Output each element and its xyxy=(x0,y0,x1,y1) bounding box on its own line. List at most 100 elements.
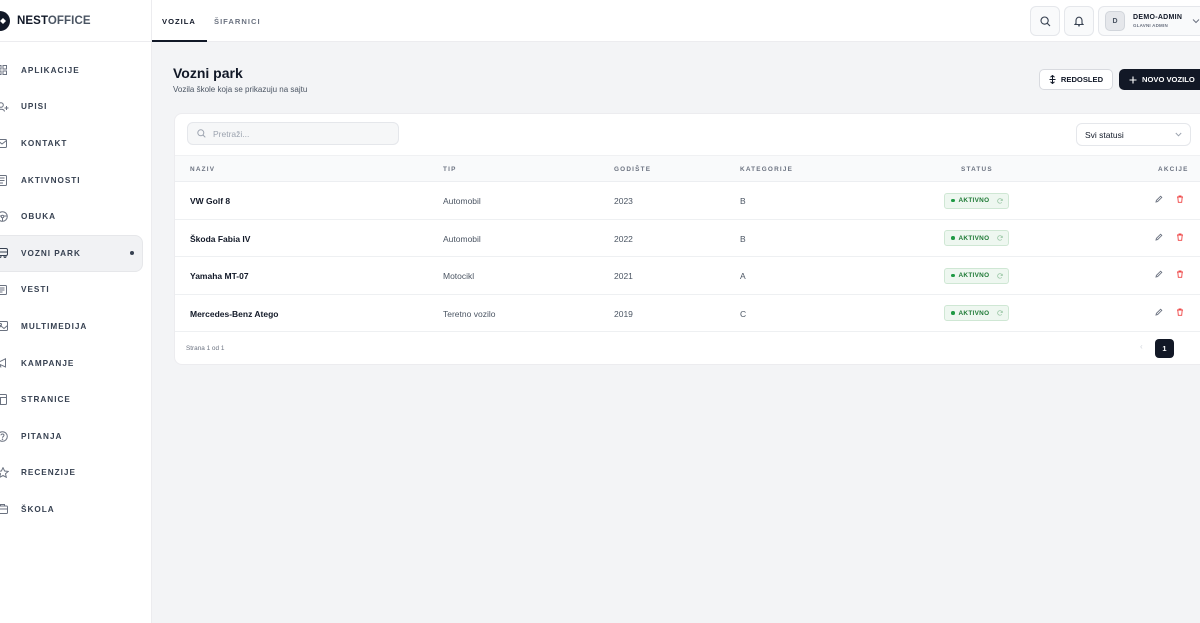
mail-icon xyxy=(0,135,9,151)
search-button[interactable] xyxy=(1030,6,1060,36)
refresh-icon xyxy=(997,197,1004,204)
edit-icon[interactable] xyxy=(1155,195,1163,203)
tab-sifarnici[interactable]: ŠIFARNICI xyxy=(214,0,261,42)
vehicle-category: B xyxy=(740,233,746,244)
user-plus-icon xyxy=(0,99,9,115)
tab-vozila[interactable]: VOZILA xyxy=(152,0,207,42)
list-icon xyxy=(0,172,9,188)
status-filter-select[interactable]: Svi statusi xyxy=(1076,123,1191,146)
sidebar-item-obuka[interactable]: OBUKA xyxy=(0,198,143,235)
sidebar-item-recenzije[interactable]: RECENZIJE xyxy=(0,455,143,492)
page-icon xyxy=(0,392,9,408)
table-row[interactable]: Mercedes-Benz Atego Teretno vozilo 2019 … xyxy=(175,295,1200,332)
search-input[interactable] xyxy=(213,128,393,139)
trash-icon[interactable] xyxy=(1176,270,1184,278)
table-header: NAZIV TIP GODIŠTE KATEGORIJE STATUS AKCI… xyxy=(175,155,1200,182)
brand-name: NESTOFFICE xyxy=(17,14,91,27)
user-menu[interactable]: D DEMO-ADMIN GLAVNI ADMIN xyxy=(1098,6,1200,36)
question-icon xyxy=(0,428,9,444)
sidebar-item-label: UPISI xyxy=(21,102,48,112)
edit-icon[interactable] xyxy=(1155,308,1163,316)
topbar: VOZILA ŠIFARNICI D DEMO-ADMIN GLAVNI ADM… xyxy=(152,0,1200,42)
table-row[interactable]: Škoda Fabia IV Automobil 2022 B AKTIVNO xyxy=(175,220,1200,257)
status-badge[interactable]: AKTIVNO xyxy=(944,230,1009,246)
reorder-button[interactable]: REDOSLED xyxy=(1039,69,1113,90)
vehicle-name: VW Golf 8 xyxy=(190,196,231,206)
sidebar-item-label: VESTI xyxy=(21,285,50,295)
sidebar-item-label: VOZNI PARK xyxy=(21,248,81,258)
user-name: DEMO-ADMIN xyxy=(1133,14,1183,21)
brand-logo-icon xyxy=(0,10,10,31)
sidebar-item-label: APLIKACIJE xyxy=(21,65,80,75)
page-title: Vozni park xyxy=(173,65,243,81)
sidebar-item-pitanja[interactable]: PITANJA xyxy=(0,418,143,455)
trash-icon[interactable] xyxy=(1176,233,1184,241)
add-vehicle-button[interactable]: NOVO VOZILO xyxy=(1119,69,1200,90)
sidebar-item-label: AKTIVNOSTI xyxy=(21,175,81,185)
reorder-label: REDOSLED xyxy=(1060,75,1104,84)
sidebar-item-skola[interactable]: ŠKOLA xyxy=(0,491,143,528)
sidebar-item-vozni-park[interactable]: VOZNI PARK xyxy=(0,234,143,272)
reorder-icon xyxy=(1049,75,1056,84)
column-header-year: GODIŠTE xyxy=(614,166,652,173)
pagination-page-1[interactable]: 1 xyxy=(1155,339,1174,358)
vehicle-type: Teretno vozilo xyxy=(443,308,496,319)
column-header-category: KATEGORIJE xyxy=(740,166,794,173)
vehicle-category: A xyxy=(740,271,746,281)
vehicle-name: Mercedes-Benz Atego xyxy=(190,308,279,319)
vehicle-type: Motocikl xyxy=(443,271,475,281)
bell-icon xyxy=(1074,16,1084,26)
user-role: GLAVNI ADMIN xyxy=(1133,23,1168,28)
status-label: AKTIVNO xyxy=(958,272,990,279)
news-icon xyxy=(0,282,9,298)
page-subtitle: Vozila škole koja se prikazuju na sajtu xyxy=(173,85,308,94)
status-dot xyxy=(951,311,955,315)
sidebar: NESTOFFICE APLIKACIJE UPISI KONTAKT AKTI… xyxy=(0,0,152,623)
status-badge[interactable]: AKTIVNO xyxy=(944,305,1009,321)
sidebar-item-label: ŠKOLA xyxy=(21,504,55,514)
add-vehicle-label: NOVO VOZILO xyxy=(1142,75,1195,84)
trash-icon[interactable] xyxy=(1176,308,1184,316)
edit-icon[interactable] xyxy=(1155,233,1163,241)
refresh-icon xyxy=(997,272,1004,279)
sidebar-item-vesti[interactable]: VESTI xyxy=(0,272,143,309)
sidebar-item-stranice[interactable]: STRANICE xyxy=(0,381,143,418)
building-icon xyxy=(0,501,9,517)
sidebar-item-upisi[interactable]: UPISI xyxy=(0,89,143,126)
status-badge[interactable]: AKTIVNO xyxy=(944,192,1009,209)
status-dot xyxy=(951,273,955,278)
column-header-name: NAZIV xyxy=(190,166,216,173)
status-badge[interactable]: AKTIVNO xyxy=(944,267,1009,284)
sidebar-item-aplikacije[interactable]: APLIKACIJE xyxy=(0,52,143,89)
sidebar-item-kontakt[interactable]: KONTAKT xyxy=(0,125,143,162)
table-row[interactable]: VW Golf 8 Automobil 2023 B AKTIVNO xyxy=(175,182,1200,220)
brand[interactable]: NESTOFFICE xyxy=(0,0,151,42)
plus-icon xyxy=(1129,76,1137,83)
notifications-button[interactable] xyxy=(1064,6,1094,36)
pagination-prev[interactable]: ‹ xyxy=(1140,342,1143,351)
refresh-icon xyxy=(997,235,1004,241)
search-field[interactable] xyxy=(187,122,399,145)
sidebar-item-aktivnosti[interactable]: AKTIVNOSTI xyxy=(0,162,143,199)
vehicle-year: 2021 xyxy=(614,271,633,281)
trash-icon[interactable] xyxy=(1176,195,1184,203)
sidebar-item-label: OBUKA xyxy=(21,212,57,222)
vehicle-year: 2019 xyxy=(614,308,633,319)
status-dot xyxy=(951,198,955,203)
vehicle-type: Automobil xyxy=(443,233,481,244)
status-label: AKTIVNO xyxy=(958,197,990,204)
sidebar-item-kampanje[interactable]: KAMPANJE xyxy=(0,345,143,382)
vehicle-category: C xyxy=(740,308,747,319)
sidebar-item-multimedija[interactable]: MULTIMEDIJA xyxy=(0,308,143,345)
sidebar-item-label: PITANJA xyxy=(21,431,63,441)
table-row[interactable]: Yamaha MT-07 Motocikl 2021 A AKTIVNO xyxy=(175,257,1200,295)
edit-icon[interactable] xyxy=(1155,270,1163,278)
chevron-down-icon xyxy=(1192,19,1200,24)
vehicle-category: B xyxy=(740,196,746,206)
search-icon xyxy=(1039,15,1050,26)
status-dot xyxy=(951,236,955,240)
status-label: AKTIVNO xyxy=(958,309,990,317)
pagination-summary: Strana 1 od 1 xyxy=(186,345,225,352)
chevron-down-icon xyxy=(1175,132,1182,137)
sidebar-item-label: KONTAKT xyxy=(21,138,68,148)
